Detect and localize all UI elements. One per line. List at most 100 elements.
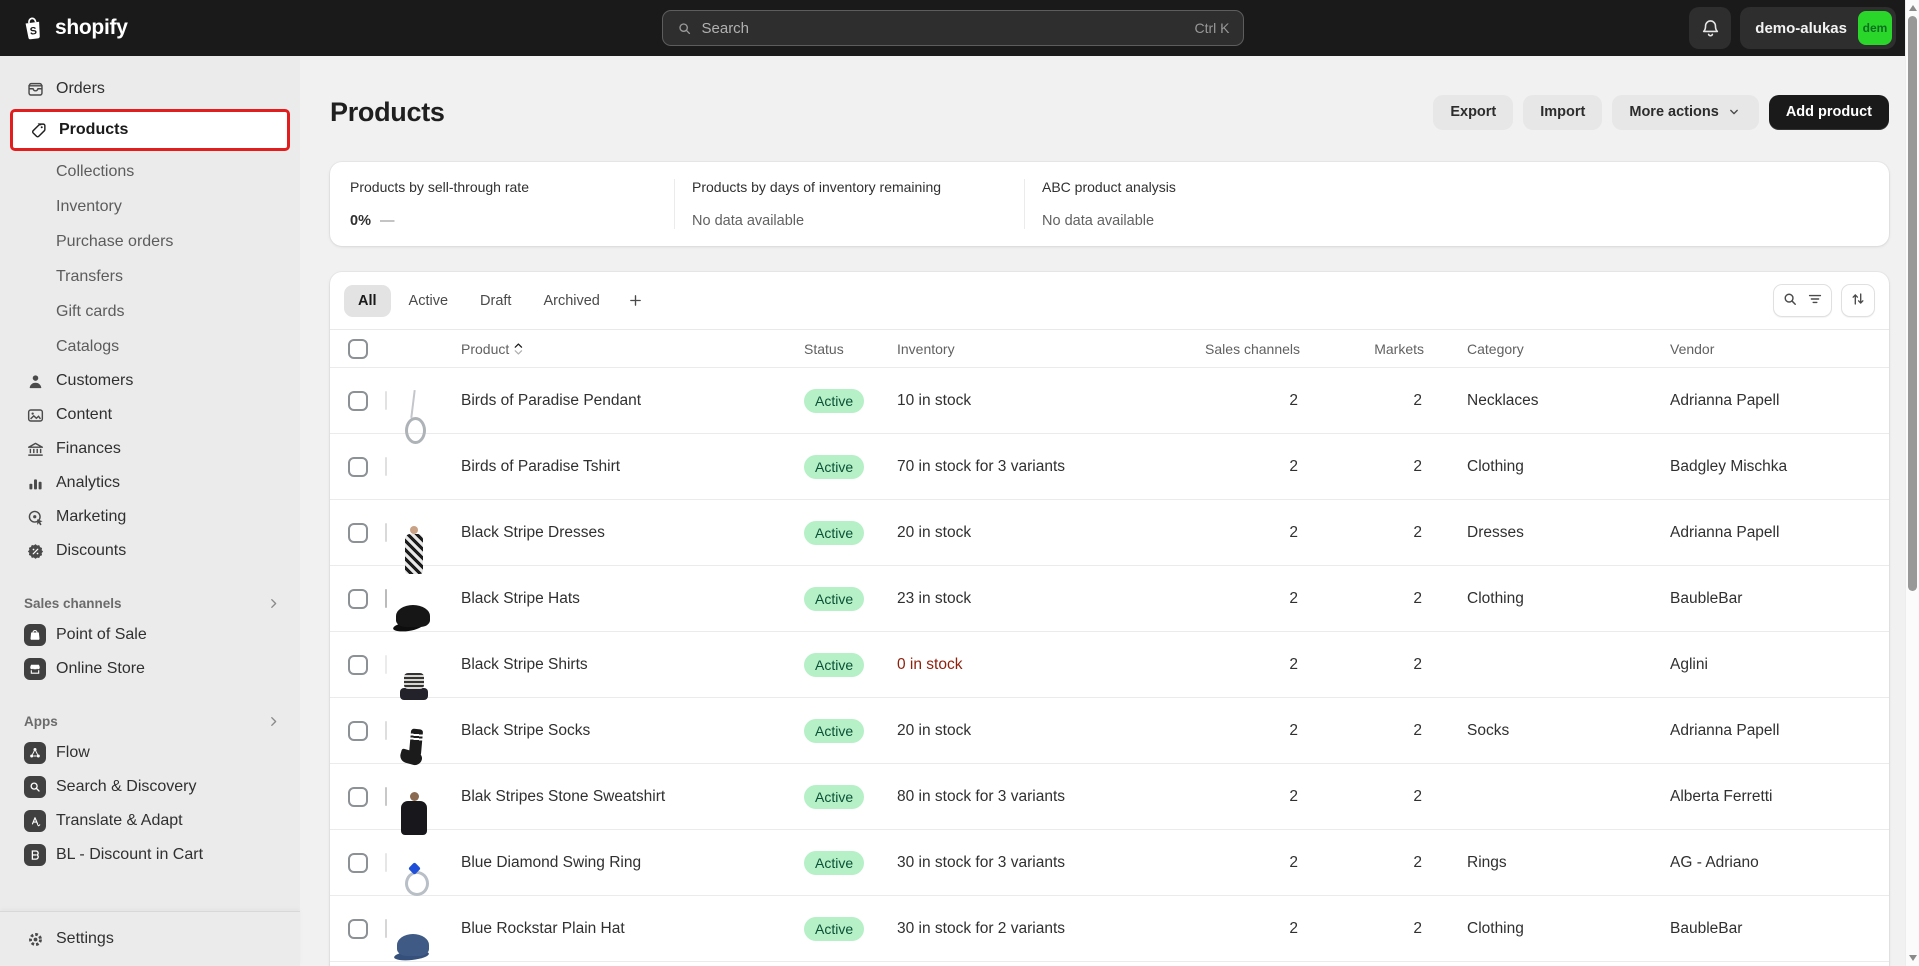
add-view-button[interactable] — [618, 285, 653, 317]
vendor-cell: BaubleBar — [1670, 590, 1871, 608]
inventory-cell: 20 in stock — [897, 524, 1200, 542]
vendor-cell: Adrianna Papell — [1670, 722, 1871, 740]
sidebar-item-products[interactable]: Products — [13, 112, 287, 148]
markets-cell: 2 — [1300, 920, 1424, 938]
topbar-right: demo-alukas dem — [1689, 7, 1905, 49]
sidebar-item-online-store[interactable]: Online Store — [10, 652, 290, 686]
table-row[interactable]: Black Stripe ShirtsActive0 in stock22Agl… — [330, 632, 1889, 698]
product-name[interactable]: Black Stripe Shirts — [461, 656, 804, 674]
content-icon — [24, 404, 46, 426]
column-header-category: Category — [1424, 341, 1670, 357]
table-row[interactable]: Birds of Paradise PendantActive10 in sto… — [330, 368, 1889, 434]
sidebar-item-label: Orders — [56, 80, 105, 98]
row-checkbox[interactable] — [348, 523, 368, 543]
sidebar-item-discounts[interactable]: Discounts — [10, 534, 290, 568]
tab-all[interactable]: All — [344, 285, 391, 317]
table-row[interactable]: Blue Diamond Swing RingActive30 in stock… — [330, 830, 1889, 896]
product-name[interactable]: Black Stripe Socks — [461, 722, 804, 740]
row-checkbox[interactable] — [348, 589, 368, 609]
sidebar-item-catalogs[interactable]: Catalogs — [10, 329, 290, 364]
sidebar-item-search-discovery[interactable]: Search & Discovery — [10, 770, 290, 804]
table-row[interactable]: Birds of Paradise TshirtActive70 in stoc… — [330, 434, 1889, 500]
table-row[interactable]: Blak Stripes Stone SweatshirtActive80 in… — [330, 764, 1889, 830]
scrollbar-down-arrow[interactable] — [1909, 955, 1917, 961]
sidebar-item-translate-adapt[interactable]: Translate & Adapt — [10, 804, 290, 838]
row-checkbox[interactable] — [348, 787, 368, 807]
sidebar-item-label: Content — [56, 406, 112, 424]
import-button[interactable]: Import — [1523, 95, 1602, 130]
row-checkbox[interactable] — [348, 853, 368, 873]
product-name[interactable]: Blak Stripes Stone Sweatshirt — [461, 788, 804, 806]
scrollbar-thumb[interactable] — [1908, 16, 1917, 591]
tab-active[interactable]: Active — [395, 285, 463, 317]
sidebar-item-point-of-sale[interactable]: Point of Sale — [10, 618, 290, 652]
sidebar-section-sales-channels[interactable]: Sales channels — [10, 588, 290, 618]
sidebar-item-content[interactable]: Content — [10, 398, 290, 432]
more-actions-button[interactable]: More actions — [1612, 95, 1758, 130]
select-all-checkbox[interactable] — [348, 339, 368, 359]
row-checkbox[interactable] — [348, 391, 368, 411]
inventory-cell: 80 in stock for 3 variants — [897, 788, 1200, 806]
category-cell: Clothing — [1424, 920, 1670, 938]
table-row[interactable]: Blue Rockstar Plain HatActive30 in stock… — [330, 896, 1889, 962]
product-name[interactable]: Birds of Paradise Tshirt — [461, 458, 804, 476]
insight-value: No data available — [692, 213, 1004, 229]
tab-draft[interactable]: Draft — [466, 285, 525, 317]
sidebar-item-label: Purchase orders — [56, 233, 173, 251]
insight-abc-analysis[interactable]: ABC product analysis No data available — [1025, 179, 1889, 229]
sidebar-item-settings[interactable]: Settings — [10, 921, 290, 957]
add-product-button[interactable]: Add product — [1769, 95, 1889, 130]
translate-adapt-app-icon — [24, 810, 46, 832]
tab-archived[interactable]: Archived — [529, 285, 613, 317]
sidebar-item-gift-cards[interactable]: Gift cards — [10, 294, 290, 329]
table-body: Birds of Paradise PendantActive10 in sto… — [330, 368, 1889, 962]
sidebar-item-transfers[interactable]: Transfers — [10, 259, 290, 294]
sidebar-item-marketing[interactable]: Marketing — [10, 500, 290, 534]
global-search-input[interactable]: Search Ctrl K — [662, 10, 1244, 46]
sidebar-item-analytics[interactable]: Analytics — [10, 466, 290, 500]
sidebar-item-collections[interactable]: Collections — [10, 154, 290, 189]
product-name[interactable]: Black Stripe Dresses — [461, 524, 804, 542]
sidebar-item-purchase-orders[interactable]: Purchase orders — [10, 224, 290, 259]
page-scrollbar[interactable] — [1905, 0, 1919, 966]
sidebar-section-apps[interactable]: Apps — [10, 706, 290, 736]
product-name[interactable]: Blue Rockstar Plain Hat — [461, 920, 804, 938]
notifications-button[interactable] — [1689, 7, 1731, 49]
shopify-logo[interactable]: S shopify — [0, 13, 128, 43]
product-name[interactable]: Blue Diamond Swing Ring — [461, 854, 804, 872]
column-header-product[interactable]: Product — [461, 340, 804, 358]
table-row[interactable]: Black Stripe HatsActive23 in stock22Clot… — [330, 566, 1889, 632]
sidebar-item-bl-discount-in-cart[interactable]: BL - Discount in Cart — [10, 838, 290, 872]
sort-button[interactable] — [1841, 284, 1875, 317]
product-name[interactable]: Birds of Paradise Pendant — [461, 392, 804, 410]
row-checkbox[interactable] — [348, 721, 368, 741]
export-button[interactable]: Export — [1433, 95, 1513, 130]
insight-days-of-inventory[interactable]: Products by days of inventory remaining … — [675, 179, 1025, 229]
table-row[interactable]: Black Stripe DressesActive20 in stock22D… — [330, 500, 1889, 566]
sidebar-item-label: Catalogs — [56, 338, 119, 356]
product-thumbnail-black-cap — [385, 589, 387, 608]
column-header-inventory: Inventory — [897, 341, 1200, 357]
sidebar-item-customers[interactable]: Customers — [10, 364, 290, 398]
sidebar-item-flow[interactable]: Flow — [10, 736, 290, 770]
row-checkbox[interactable] — [348, 655, 368, 675]
insight-value: No data available — [1042, 213, 1869, 229]
search-and-filter-button[interactable] — [1773, 284, 1832, 317]
sidebar-item-label: Flow — [56, 744, 90, 762]
scrollbar-up-arrow[interactable] — [1909, 5, 1917, 11]
sidebar-item-orders[interactable]: Orders — [10, 72, 290, 106]
analytics-icon — [24, 472, 46, 494]
vendor-cell: Badgley Mischka — [1670, 458, 1871, 476]
sidebar-item-finances[interactable]: Finances — [10, 432, 290, 466]
trend-dash: — — [380, 213, 395, 229]
row-checkbox[interactable] — [348, 919, 368, 939]
table-row[interactable]: Black Stripe SocksActive20 in stock22Soc… — [330, 698, 1889, 764]
insight-sell-through-rate[interactable]: Products by sell-through rate 0% — — [330, 179, 675, 229]
product-name[interactable]: Black Stripe Hats — [461, 590, 804, 608]
topbar: S shopify Search Ctrl K demo-alukas dem — [0, 0, 1905, 56]
sidebar-item-label: Analytics — [56, 474, 120, 492]
avatar: dem — [1858, 11, 1892, 45]
account-menu-button[interactable]: demo-alukas dem — [1740, 7, 1896, 49]
sidebar-item-inventory[interactable]: Inventory — [10, 189, 290, 224]
row-checkbox[interactable] — [348, 457, 368, 477]
